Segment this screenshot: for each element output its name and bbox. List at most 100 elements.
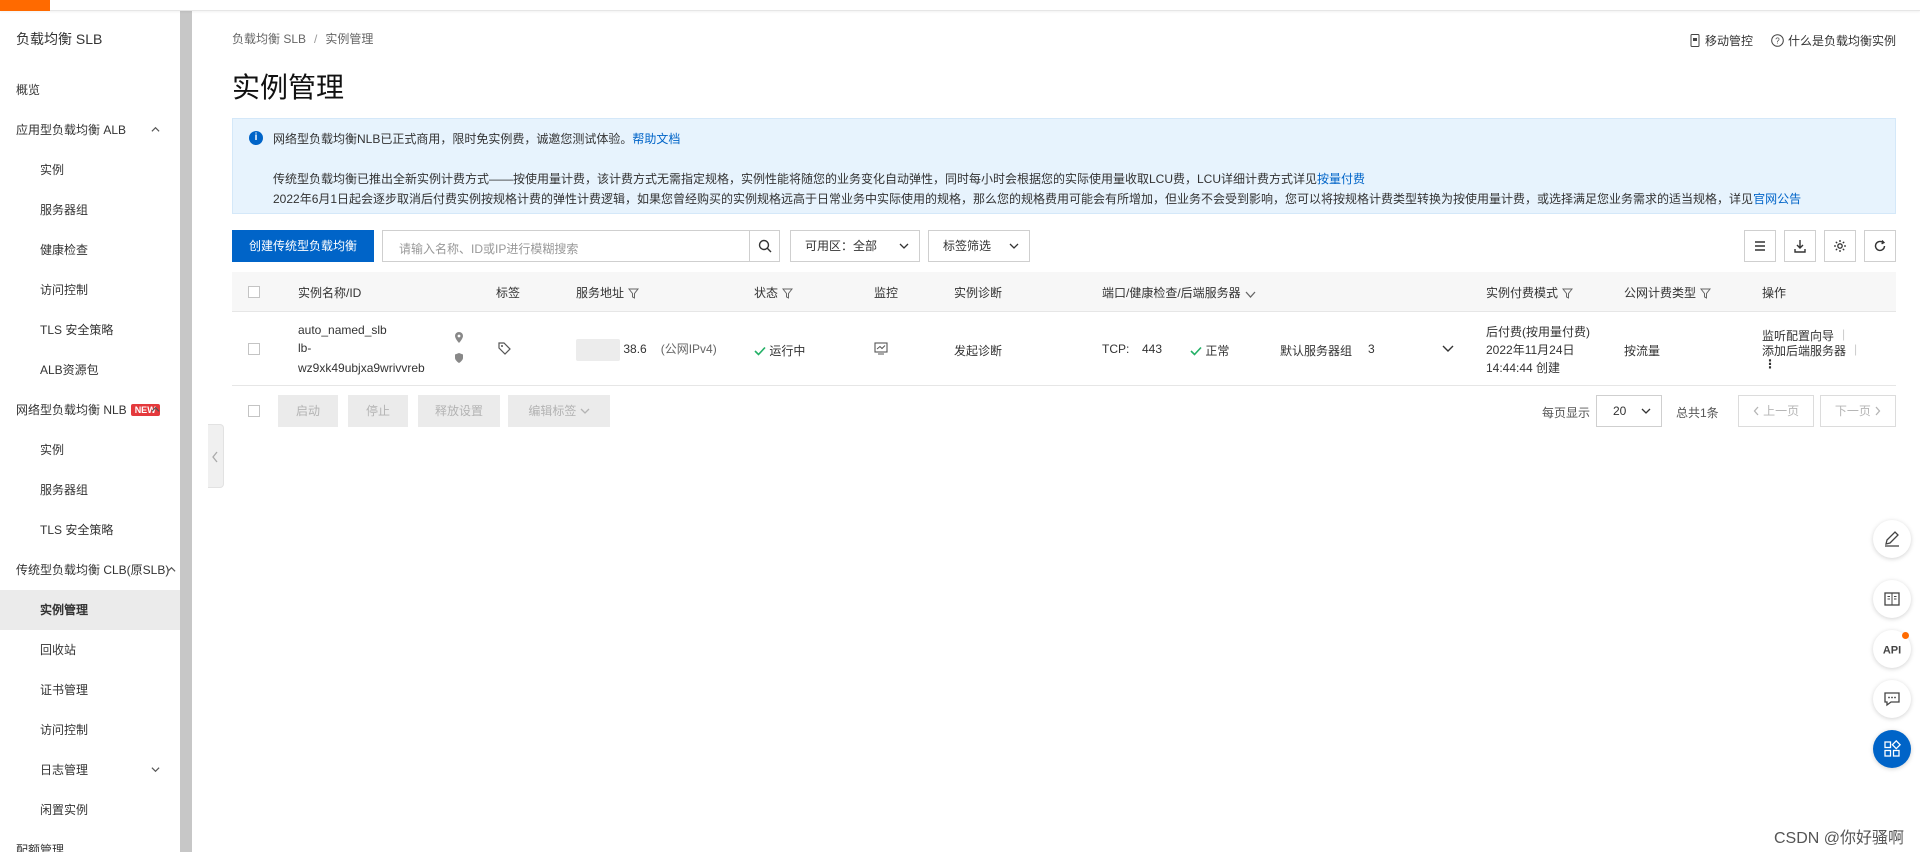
chevron-up-icon [151,406,160,412]
instance-id-line-1[interactable]: lb- [298,341,311,355]
tag-filter-select[interactable]: 标签筛选 [928,230,1030,262]
created-time: 14:44:44 创建 [1486,361,1561,375]
brand-logo[interactable] [0,0,50,11]
what-is-slb-link[interactable]: ? 什么是负载均衡实例 [1771,32,1896,49]
export-button[interactable] [1784,230,1816,262]
instance-id-line-2[interactable]: wz9xk49ubjxa9wrivvreb [298,361,425,375]
col-port: 端口/健康检查/后端服务器 [1102,284,1256,301]
sidebar-item-nlb-tls[interactable]: TLS 安全策略 [0,510,192,550]
breadcrumb-root[interactable]: 负载均衡 SLB [232,32,306,46]
pay-as-you-go-link[interactable]: 按量付费 [1317,172,1365,186]
status-running: 运行中 [754,342,805,359]
col-monitor: 监控 [874,286,899,300]
sidebar-item-alb-instance[interactable]: 实例 [0,150,192,190]
watermark: CSDN @你好骚啊 [1773,830,1904,847]
chevron-right-icon [1875,406,1881,416]
feedback-edit-button[interactable] [1873,520,1911,558]
chat-bubble-icon [1884,692,1900,707]
select-all-checkbox[interactable] [248,286,260,298]
diagnose-link[interactable]: 发起诊断 [954,342,1002,359]
search-input[interactable]: 请输入名称、ID或IP进行模糊搜索 [382,230,780,262]
sidebar-item-recycle-bin[interactable]: 回收站 [0,630,192,670]
column-settings-button[interactable] [1744,230,1776,262]
more-actions-icon[interactable]: ⋮ [1764,357,1776,371]
edit-tags-button[interactable]: 编辑标签 [508,395,610,427]
sidebar-scrollbar[interactable] [180,11,192,852]
prev-page-button[interactable]: 上一页 [1738,395,1814,427]
ops-divider: | [1854,342,1858,356]
table-row: auto_named_slb lb- wz9xk49ubjxa9wrivvreb… [232,312,1896,386]
api-button[interactable]: API [1873,630,1911,668]
page-size-select[interactable]: 20 [1596,395,1662,427]
release-settings-button[interactable]: 释放设置 [418,395,500,427]
filter-icon[interactable] [1700,288,1712,299]
notice-line-3: 2022年6月1日起会逐步取消后付费实例按规格计费的弹性计费逻辑，如果您曾经购买… [273,192,1802,206]
settings-button[interactable] [1824,230,1856,262]
chevron-down-icon [1641,408,1651,414]
help-circle-icon: ? [1771,34,1784,47]
shield-icon[interactable] [454,352,464,364]
check-icon [754,346,766,356]
net-billing-type: 按流量 [1624,344,1661,358]
sidebar-item-log-management[interactable]: 日志管理 [0,750,192,790]
zone-select[interactable]: 可用区：全部 [790,230,920,262]
sidebar-collapse-handle[interactable] [208,424,224,488]
sidebar-item-overview[interactable]: 概览 [0,70,192,110]
next-page-button[interactable]: 下一页 [1820,395,1896,427]
sidebar-item-clb-acl[interactable]: 访问控制 [0,710,192,750]
sidebar-item-nlb-server-group[interactable]: 服务器组 [0,470,192,510]
chevron-down-icon [580,408,590,414]
monitor-chart-icon[interactable] [874,342,888,355]
create-clb-button[interactable]: 创建传统型负载均衡 [232,230,374,262]
chevron-left-icon [212,451,218,463]
sidebar-item-quota[interactable]: 配额管理 [0,830,192,852]
sidebar-item-certificates[interactable]: 证书管理 [0,670,192,710]
refresh-button[interactable] [1864,230,1896,262]
sidebar-item-alb-package[interactable]: ALB资源包 [0,350,192,390]
footer-select-all-checkbox[interactable] [248,405,260,417]
tag-icon[interactable] [498,342,511,355]
col-diagnose: 实例诊断 [954,286,1003,300]
chevron-down-icon[interactable] [1245,291,1256,299]
help-doc-link[interactable]: 帮助文档 [632,132,680,146]
chevron-up-icon [167,566,176,572]
created-date: 2022年11月24日 [1486,343,1575,357]
sidebar-item-clb-instance-management[interactable]: 实例管理 [0,590,192,630]
server-group-name: 默认服务器组 [1280,344,1353,358]
filter-icon[interactable] [1562,288,1574,299]
ops-divider: | [1842,327,1846,341]
mobile-control-link[interactable]: 移动管控 [1689,32,1753,49]
docs-button[interactable] [1873,580,1911,618]
location-pin-icon[interactable] [454,332,464,344]
chat-button[interactable] [1873,680,1911,718]
instance-name: auto_named_slb [298,323,387,337]
official-announcement-link[interactable]: 官网公告 [1753,192,1801,206]
quick-apps-button[interactable] [1873,730,1911,768]
table-header: 实例名称/ID 标签 服务地址 状态 监控 实例诊断 端口/健康检查/后端服务器… [232,272,1896,312]
notice-line-2: 传统型负载均衡已推出全新实例计费方式——按使用量计费，该计费方式无需指定规格，实… [273,172,1366,186]
sidebar-item-alb-server-group[interactable]: 服务器组 [0,190,192,230]
billing-mode: 后付费(按用量付费) [1486,325,1590,339]
breadcrumb-separator: / [314,32,318,46]
sidebar-item-nlb-instance[interactable]: 实例 [0,430,192,470]
sidebar-item-alb-health-check[interactable]: 健康检查 [0,230,192,270]
start-button[interactable]: 启动 [278,395,338,427]
sidebar-group-clb[interactable]: 传统型负载均衡 CLB(原SLB) [0,550,192,590]
row-checkbox[interactable] [248,343,260,355]
filter-icon[interactable] [628,288,640,299]
filter-icon[interactable] [782,288,794,299]
stop-button[interactable]: 停止 [348,395,408,427]
sidebar-item-idle-instances[interactable]: 闲置实例 [0,790,192,830]
listener-port: 443 [1142,342,1163,356]
chevron-down-icon [899,243,909,249]
search-icon [758,239,772,253]
chevron-down-icon[interactable] [1442,345,1454,353]
sidebar-group-alb[interactable]: 应用型负载均衡 ALB [0,110,192,150]
listener-protocol: TCP: [1102,342,1130,356]
server-count-link[interactable]: 3 [1368,342,1375,356]
edit-icon [1885,531,1899,547]
sidebar-group-nlb[interactable]: 网络型负载均衡 NLB NEW [0,390,192,430]
sidebar-item-alb-tls[interactable]: TLS 安全策略 [0,310,192,350]
search-button[interactable] [749,231,779,261]
sidebar-item-alb-acl[interactable]: 访问控制 [0,270,192,310]
